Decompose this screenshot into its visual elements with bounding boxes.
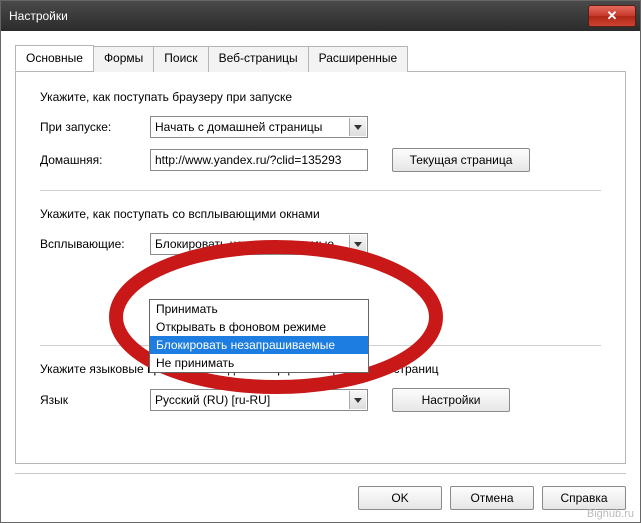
watermark: Bighub.ru: [587, 508, 634, 520]
close-icon: ✕: [607, 8, 618, 24]
homepage-input[interactable]: [150, 149, 368, 171]
startup-heading: Укажите, как поступать браузеру при запу…: [40, 90, 601, 104]
cancel-button[interactable]: Отмена: [450, 486, 534, 510]
homepage-label: Домашняя:: [40, 153, 150, 167]
popup-option-reject[interactable]: Не принимать: [150, 354, 368, 372]
popups-row: Всплывающие: Блокировать незапрашиваемые: [40, 233, 601, 255]
dialog-buttons: OK Отмена Справка: [15, 476, 626, 510]
chevron-down-icon: [349, 235, 366, 253]
popups-label: Всплывающие:: [40, 237, 150, 251]
content-area: Основные Формы Поиск Веб-страницы Расшир…: [1, 31, 640, 522]
tab-webpages[interactable]: Веб-страницы: [208, 46, 309, 72]
chevron-down-icon: [349, 391, 366, 409]
popup-option-block-unrequested[interactable]: Блокировать незапрашиваемые: [150, 336, 368, 354]
on-start-select[interactable]: Начать с домашней страницы: [150, 116, 368, 138]
window-title: Настройки: [9, 9, 68, 23]
close-button[interactable]: ✕: [588, 5, 636, 27]
popups-heading: Укажите, как поступать со всплывающими о…: [40, 207, 601, 221]
current-page-button[interactable]: Текущая страница: [392, 148, 530, 172]
popup-option-open-background[interactable]: Открывать в фоновом режиме: [150, 318, 368, 336]
popups-value: Блокировать незапрашиваемые: [155, 237, 334, 251]
help-button[interactable]: Справка: [542, 486, 626, 510]
divider: [15, 473, 626, 474]
tab-bar: Основные Формы Поиск Веб-страницы Расшир…: [15, 45, 626, 72]
language-value: Русский (RU) [ru-RU]: [155, 393, 270, 407]
chevron-down-icon: [349, 118, 366, 136]
popup-option-accept[interactable]: Принимать: [150, 300, 368, 318]
tab-forms[interactable]: Формы: [93, 46, 154, 72]
tab-general[interactable]: Основные: [15, 45, 94, 71]
tab-search[interactable]: Поиск: [153, 46, 208, 72]
settings-window: Настройки ✕ Основные Формы Поиск Веб-стр…: [0, 0, 641, 523]
divider: [40, 190, 601, 191]
on-start-row: При запуске: Начать с домашней страницы: [40, 116, 601, 138]
language-select[interactable]: Русский (RU) [ru-RU]: [150, 389, 368, 411]
homepage-row: Домашняя: Текущая страница: [40, 148, 601, 172]
tab-advanced[interactable]: Расширенные: [308, 46, 409, 72]
popups-dropdown[interactable]: Принимать Открывать в фоновом режиме Бло…: [149, 299, 369, 373]
language-row: Язык Русский (RU) [ru-RU] Настройки: [40, 388, 601, 412]
on-start-label: При запуске:: [40, 120, 150, 134]
language-settings-button[interactable]: Настройки: [392, 388, 510, 412]
popups-select[interactable]: Блокировать незапрашиваемые: [150, 233, 368, 255]
language-label: Язык: [40, 393, 150, 407]
titlebar: Настройки ✕: [1, 1, 640, 31]
tab-panel: Укажите, как поступать браузеру при запу…: [15, 72, 626, 464]
ok-button[interactable]: OK: [358, 486, 442, 510]
on-start-value: Начать с домашней страницы: [155, 120, 322, 134]
